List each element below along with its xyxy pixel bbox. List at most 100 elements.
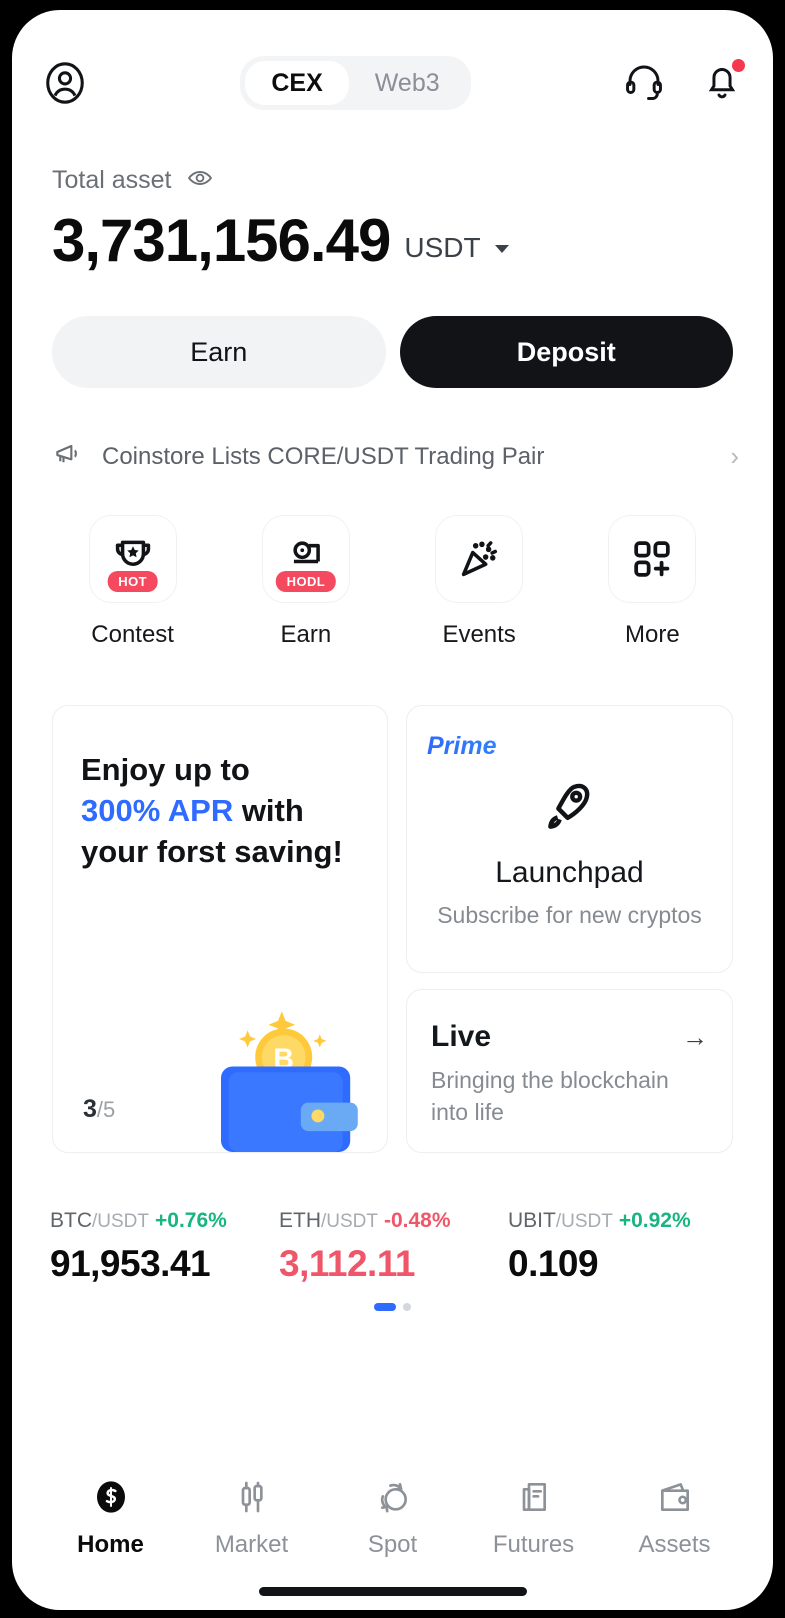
ticker-row: BTC/USDT +0.76% 91,953.41 ETH/USDT -0.48% … — [12, 1153, 773, 1285]
quick-actions: HOT Contest HODL Earn Events More — [12, 475, 773, 649]
side-cards-column: Prime Launchpad Subscribe for new crypto… — [406, 705, 733, 1153]
home-indicator — [258, 1587, 527, 1596]
promo-accent: 300% APR — [81, 792, 234, 828]
megaphone-icon — [52, 438, 84, 475]
quick-action-label: Contest — [91, 621, 174, 648]
deposit-button[interactable]: Deposit — [399, 316, 733, 388]
ticker-pair: BTC/USDT +0.76% — [50, 1209, 279, 1233]
ticker-pair: UBIT/USDT +0.92% — [508, 1209, 737, 1233]
promo-line-1: Enjoy up to — [81, 752, 250, 787]
ticker-ubit[interactable]: UBIT/USDT +0.92% 0.109 — [508, 1209, 737, 1285]
top-bar: CEX Web3 — [12, 10, 773, 118]
carousel-dot[interactable] — [403, 1303, 411, 1311]
primary-actions: Earn Deposit — [12, 272, 773, 388]
nav-label-futures: Futures — [492, 1531, 575, 1558]
cex-web3-toggle[interactable]: CEX Web3 — [240, 56, 471, 110]
ticker-quote: /USDT — [92, 1211, 149, 1232]
ticker-eth[interactable]: ETH/USDT -0.48% 3,112.11 — [279, 1209, 508, 1285]
quick-action-label: More — [625, 621, 680, 648]
promo-line-3: your forst saving! — [81, 833, 343, 869]
launchpad-title: Launchpad — [495, 856, 644, 889]
rocket-icon — [547, 783, 589, 829]
promo-column: Enjoy up to 300% APR with your forst sav… — [52, 705, 388, 1153]
announcement-bar[interactable]: Coinstore Lists CORE/USDT Trading Pair › — [12, 388, 773, 475]
hodl-coin-icon: HODL — [261, 515, 350, 603]
ticker-btc[interactable]: BTC/USDT +0.76% 91,953.41 — [50, 1209, 279, 1285]
notification-dot — [731, 58, 745, 72]
promo-line-2-tail: with — [233, 792, 304, 828]
quick-action-more[interactable]: More — [566, 515, 739, 649]
nav-item-spot[interactable]: Spot — [322, 1477, 463, 1587]
nav-label-home: Home — [77, 1531, 144, 1558]
ticker-price: 0.109 — [508, 1243, 599, 1284]
chevron-down-icon[interactable] — [494, 245, 509, 253]
ticker-change: +0.76% — [155, 1209, 227, 1232]
bottom-navigation: Home Market Spot Futures Assets — [12, 1437, 773, 1587]
tab-cex[interactable]: CEX — [245, 61, 349, 105]
ticker-base: UBIT — [508, 1209, 556, 1232]
top-bar-actions — [623, 58, 745, 107]
app-screen: CEX Web3 Total asset 3,731,156.49 USDT E… — [12, 10, 773, 1610]
ticker-base: BTC — [50, 1209, 92, 1232]
document-icon — [522, 1483, 546, 1511]
promo-line-2: 300% APR with — [81, 791, 359, 832]
prime-tag: Prime — [427, 732, 712, 761]
headset-icon[interactable] — [623, 60, 665, 107]
ticker-change: -0.48% — [384, 1209, 451, 1232]
wallet-with-bitcoin-illustration: B — [221, 1011, 358, 1152]
phone-frame: CEX Web3 Total asset 3,731,156.49 USDT E… — [0, 0, 785, 1618]
ticker-quote: /USDT — [321, 1211, 378, 1232]
hodl-badge: HODL — [275, 571, 337, 592]
chevron-right-icon[interactable]: › — [730, 441, 739, 472]
ticker-quote: /USDT — [555, 1211, 613, 1232]
confetti-icon — [435, 515, 524, 603]
ticker-price: 3,112.11 — [279, 1243, 415, 1284]
ticker-price: 91,953.41 — [50, 1243, 211, 1284]
cards-section: Enjoy up to 300% APR with your forst sav… — [12, 649, 773, 1153]
ticker-pair: ETH/USDT -0.48% — [279, 1209, 508, 1233]
total-asset-row: Total asset — [52, 164, 733, 197]
quick-action-label: Earn — [280, 621, 332, 648]
live-subtitle: Bringing the blockchain into life — [431, 1067, 669, 1126]
nav-item-market[interactable]: Market — [181, 1477, 322, 1587]
swap-circles-icon — [380, 1483, 407, 1513]
balance-currency: USDT — [404, 232, 481, 263]
nav-item-futures[interactable]: Futures — [463, 1477, 604, 1587]
live-card[interactable]: Live → Bringing the blockchain into life — [406, 989, 733, 1153]
quick-action-events[interactable]: Events — [393, 515, 566, 649]
carousel-dot-active[interactable] — [374, 1303, 396, 1311]
promo-counter-total: /5 — [96, 1097, 116, 1122]
nav-item-home[interactable]: Home — [40, 1477, 181, 1587]
tab-web3[interactable]: Web3 — [349, 61, 466, 105]
trophy-icon: HOT — [88, 515, 177, 603]
balance-amount-row[interactable]: 3,731,156.49 USDT — [52, 209, 733, 272]
wallet-icon — [660, 1483, 689, 1511]
total-asset-label: Total asset — [52, 166, 172, 194]
promo-counter-current: 3 — [83, 1095, 97, 1123]
bell-icon[interactable] — [701, 58, 745, 107]
nav-label-market: Market — [214, 1531, 289, 1558]
earn-button[interactable]: Earn — [52, 316, 386, 388]
grid-plus-icon — [608, 515, 697, 603]
coinstore-logo-icon — [96, 1481, 125, 1513]
nav-item-assets[interactable]: Assets — [604, 1477, 745, 1587]
balance-section: Total asset 3,731,156.49 USDT — [12, 118, 773, 272]
promo-carousel-counter: 3/5 — [83, 1095, 115, 1124]
announcement-text: Coinstore Lists CORE/USDT Trading Pair — [102, 442, 545, 470]
launchpad-card[interactable]: Prime Launchpad Subscribe for new crypto… — [406, 705, 733, 973]
carousel-dots[interactable] — [12, 1303, 773, 1311]
balance-amount: 3,731,156.49 — [52, 207, 391, 274]
ticker-change: +0.92% — [618, 1209, 691, 1232]
launchpad-subtitle: Subscribe for new cryptos — [437, 902, 702, 928]
user-circle-icon[interactable] — [42, 60, 88, 106]
arrow-right-icon[interactable]: → — [682, 1022, 708, 1053]
quick-action-contest[interactable]: HOT Contest — [46, 515, 219, 649]
live-card-header: Live → — [431, 1020, 708, 1054]
hot-badge: HOT — [107, 571, 158, 592]
quick-action-earn[interactable]: HODL Earn — [219, 515, 392, 649]
ticker-base: ETH — [279, 1209, 321, 1232]
promo-card[interactable]: Enjoy up to 300% APR with your forst sav… — [52, 705, 388, 1153]
eye-icon[interactable] — [186, 164, 214, 197]
candlestick-icon — [241, 1481, 263, 1513]
live-title: Live — [431, 1020, 492, 1053]
